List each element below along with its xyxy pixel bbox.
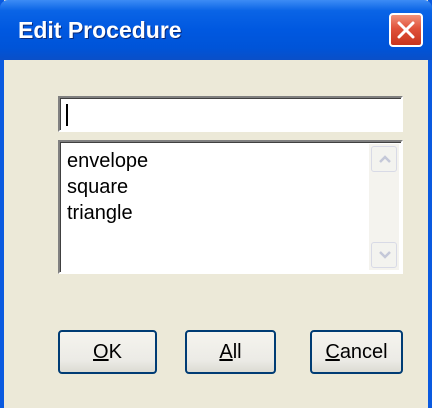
cancel-accelerator: C bbox=[325, 341, 340, 363]
scroll-down-button[interactable] bbox=[371, 242, 397, 268]
list-item[interactable]: triangle bbox=[67, 200, 148, 226]
procedure-listbox[interactable]: envelope square triangle bbox=[58, 140, 403, 274]
cancel-label: ancel bbox=[339, 341, 388, 363]
scroll-up-arrow-icon bbox=[379, 155, 391, 163]
list-items: envelope square triangle bbox=[67, 148, 148, 226]
procedure-name-input[interactable] bbox=[58, 96, 403, 132]
list-item[interactable]: envelope bbox=[67, 148, 148, 174]
list-item[interactable]: square bbox=[67, 174, 148, 200]
close-icon bbox=[397, 21, 415, 39]
text-caret bbox=[66, 104, 68, 126]
edit-procedure-dialog: Edit Procedure envelope square triangle bbox=[0, 0, 432, 408]
dialog-title: Edit Procedure bbox=[18, 17, 182, 43]
vertical-scrollbar[interactable] bbox=[369, 144, 399, 270]
all-label: ll bbox=[232, 341, 242, 363]
scroll-down-arrow-icon bbox=[379, 251, 391, 259]
ok-button[interactable]: OK bbox=[58, 330, 157, 374]
all-button[interactable]: All bbox=[185, 330, 276, 374]
scroll-up-button[interactable] bbox=[371, 146, 397, 172]
ok-label: K bbox=[108, 341, 122, 363]
cancel-button[interactable]: Cancel bbox=[310, 330, 403, 374]
all-accelerator: A bbox=[219, 341, 233, 363]
title-bar[interactable]: Edit Procedure bbox=[0, 0, 432, 60]
close-button[interactable] bbox=[389, 13, 423, 47]
ok-accelerator: O bbox=[93, 341, 109, 363]
